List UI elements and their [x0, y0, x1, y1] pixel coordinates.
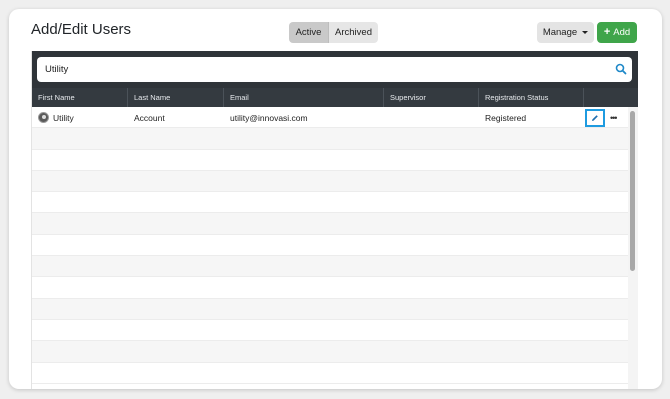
edit-user-button[interactable]: [585, 109, 605, 127]
scrollbar[interactable]: [628, 107, 638, 389]
column-header-last-name[interactable]: Last Name: [128, 88, 224, 107]
manage-dropdown-button[interactable]: Manage: [537, 22, 594, 43]
empty-row: [32, 192, 628, 214]
pencil-icon: [592, 115, 598, 121]
ellipsis-icon[interactable]: •••: [610, 107, 618, 128]
empty-row: [32, 235, 628, 257]
column-header-supervisor[interactable]: Supervisor: [384, 88, 479, 107]
tab-archived[interactable]: Archived: [328, 22, 378, 43]
column-header-first-name[interactable]: First Name: [32, 88, 128, 107]
empty-row: [32, 170, 628, 193]
empty-row: [32, 256, 628, 278]
empty-row: [32, 320, 628, 342]
first-name-cell: Utility: [38, 107, 74, 128]
table-body: Utility Account utility@innovasi.com Reg…: [32, 107, 628, 389]
add-user-button[interactable]: + Add: [597, 22, 637, 43]
plus-icon: +: [603, 26, 611, 38]
table-row[interactable]: Utility Account utility@innovasi.com Reg…: [32, 107, 628, 129]
last-name-cell: Account: [134, 112, 165, 123]
caret-down-icon: [582, 31, 589, 34]
users-table-panel: First Name Last Name Email Supervisor Re…: [31, 51, 638, 389]
manage-label: Manage: [542, 27, 578, 38]
search-bar: [32, 51, 638, 88]
empty-row: [32, 277, 628, 299]
first-name-text: Utility: [53, 112, 74, 123]
table-header: First Name Last Name Email Supervisor Re…: [32, 88, 638, 107]
empty-row: [32, 341, 628, 363]
column-header-registration-status[interactable]: Registration Status: [479, 88, 584, 107]
users-card: Add/Edit Users Active Archived Manage + …: [9, 9, 662, 389]
tab-active[interactable]: Active: [289, 22, 328, 43]
empty-row: [32, 298, 628, 320]
scrollbar-thumb[interactable]: [630, 111, 635, 271]
search-icon[interactable]: [615, 63, 627, 75]
add-label: Add: [613, 27, 631, 38]
empty-row: [32, 128, 628, 150]
column-header-email[interactable]: Email: [224, 88, 384, 107]
column-header-actions: [584, 88, 638, 107]
registration-status-cell: Registered: [485, 112, 527, 123]
email-cell: utility@innovasi.com: [230, 112, 308, 123]
empty-row: [32, 363, 628, 384]
avatar: [38, 112, 49, 123]
page-title: Add/Edit Users: [31, 21, 132, 38]
empty-row: [32, 150, 628, 171]
search-input[interactable]: [37, 57, 632, 82]
status-toggle: Active Archived: [289, 22, 378, 43]
empty-row: [32, 213, 628, 235]
